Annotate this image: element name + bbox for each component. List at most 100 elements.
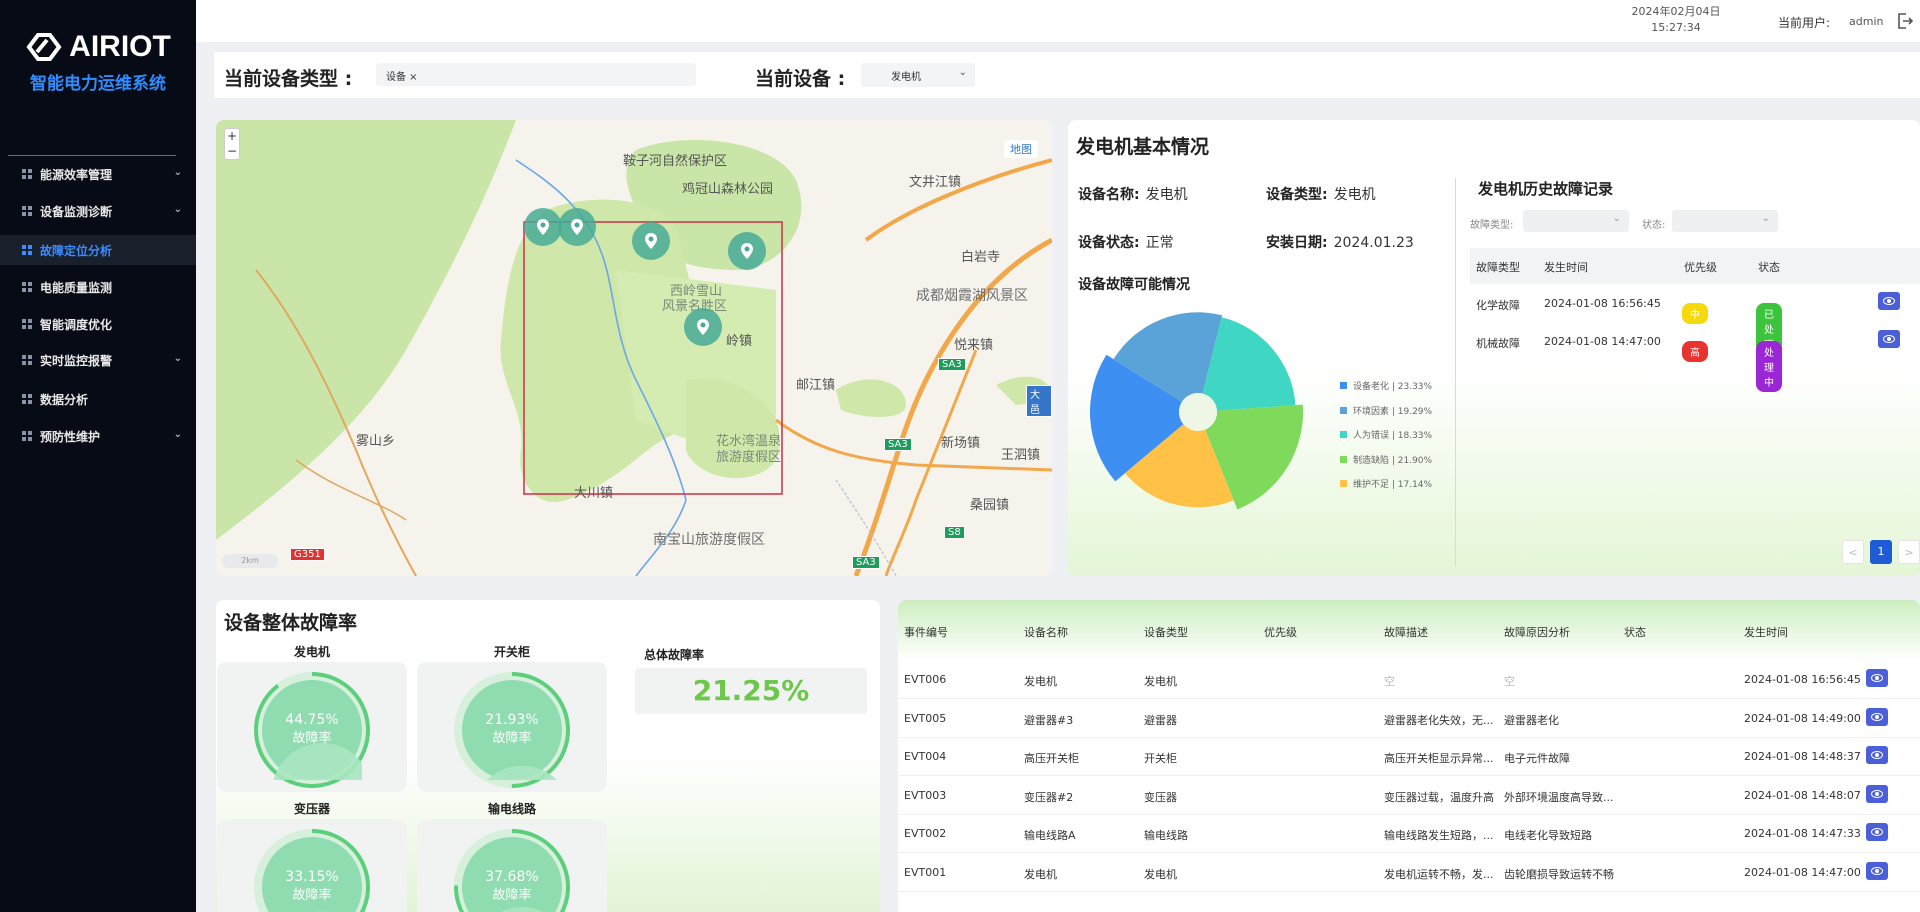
sidebar-item-fault-location[interactable]: 故障定位分析: [0, 235, 196, 265]
sidebar-item-energy-efficiency[interactable]: 能源效率管理 ⌄: [0, 159, 196, 189]
events-col-cause: 故障原因分析: [1504, 626, 1570, 639]
map-place-label: 岭镇: [726, 334, 753, 349]
location-pin-icon: [645, 233, 657, 249]
event-time: 2024-01-08 14:48:37: [1744, 750, 1861, 763]
view-icon[interactable]: [1878, 330, 1900, 348]
pager-page-button[interactable]: 1: [1870, 540, 1892, 564]
legend-label: 制造缺陷 | 21.90%: [1353, 455, 1433, 466]
status-filter-select[interactable]: ⌄: [1672, 210, 1778, 232]
logo-text: AIRIOT: [69, 30, 171, 63]
legend-label: 设备老化 | 23.33%: [1353, 382, 1433, 392]
view-icon[interactable]: [1866, 784, 1888, 803]
device-name: 变压器#2: [1024, 790, 1074, 804]
gauge-card: 21.93% 故障率: [417, 662, 607, 792]
fault-rate-title: 设备整体故障率: [224, 612, 358, 634]
pager-prev-button[interactable]: <: [1842, 540, 1864, 564]
view-icon[interactable]: [1866, 669, 1888, 687]
sidebar-item-device-monitoring[interactable]: 设备监测诊断 ⌄: [0, 196, 196, 226]
map-marker[interactable]: [632, 222, 670, 260]
history-row: 机械故障 2024-01-08 14:47:00 高 处理中: [1470, 324, 1920, 392]
road-badge: SA3: [938, 358, 966, 371]
device-type-tag[interactable]: 设备 ×: [386, 72, 418, 83]
device-info-panel: 发电机基本情况 设备名称: 发电机 设备类型: 发电机 设备状态: 正常 安装日期: 2…: [1068, 120, 1920, 576]
gauge-card: 33.15% 故障率: [217, 819, 407, 912]
road-badge: SA3: [884, 438, 912, 451]
legend-item[interactable]: 制造缺陷 | 21.90%: [1340, 453, 1432, 466]
legend-item[interactable]: 维护不足 | 17.14%: [1340, 477, 1432, 490]
map-scale: 2km: [222, 554, 278, 568]
chevron-down-icon: ⌄: [1612, 213, 1621, 224]
map-place-label: 南宝山旅游度假区: [653, 532, 765, 548]
map-marker[interactable]: [728, 232, 766, 270]
device-type-field: 设备类型: 发电机: [1266, 184, 1376, 204]
legend-item[interactable]: 设备老化 | 23.33%: [1340, 379, 1432, 392]
table-row: EVT001 发电机 发电机 发电机运转不畅，发... 齿轮磨损导致运转不畅 2024-0…: [898, 854, 1920, 892]
device-name: 高压开关柜: [1024, 752, 1079, 765]
view-icon[interactable]: [1866, 746, 1888, 764]
device-name: 发电机: [1024, 675, 1057, 688]
device-label: 当前设备 :: [755, 68, 846, 90]
history-type: 化学故障: [1476, 299, 1520, 312]
info-title: 发电机基本情况: [1076, 136, 1210, 158]
events-col-priority: 优先级: [1264, 626, 1297, 639]
device-status-label: 设备状态:: [1078, 235, 1140, 251]
sidebar-item-label: 设备监测诊断: [40, 204, 113, 219]
view-icon[interactable]: [1866, 823, 1888, 841]
sidebar-item-label: 故障定位分析: [40, 243, 113, 258]
priority-badge: 中: [1682, 303, 1708, 324]
legend-label: 人为错误 | 18.33%: [1353, 431, 1433, 441]
gauge-value: 33.15%: [285, 869, 339, 885]
sidebar-item-label: 能源效率管理: [40, 167, 113, 182]
fault-type-filter-select[interactable]: ⌄: [1523, 210, 1629, 232]
event-time: 2024-01-08 14:49:00: [1744, 711, 1861, 725]
zoom-in-button[interactable]: +: [225, 129, 239, 144]
map-marker[interactable]: [558, 208, 596, 246]
device-name: 输电线路A: [1024, 829, 1076, 842]
sidebar-item-preventive-maintenance[interactable]: 预防性维护 ⌄: [0, 421, 196, 451]
gauge-name: 变压器: [293, 802, 330, 816]
table-row: EVT004 高压开关柜 开关柜 高压开关柜显示异常... 电子元件故障 2024-01-…: [898, 738, 1920, 776]
map-type-button[interactable]: 地图: [1004, 140, 1038, 158]
legend-item[interactable]: 人为错误 | 18.33%: [1340, 428, 1432, 441]
sidebar-item-label: 预防性维护: [40, 429, 101, 444]
map-marker[interactable]: [524, 208, 562, 246]
device-type: 发电机: [1144, 675, 1177, 688]
device-name-field: 设备名称: 发电机: [1078, 184, 1188, 204]
sidebar-item-data-analysis[interactable]: 数据分析: [0, 384, 196, 414]
device-type: 变压器: [1144, 790, 1177, 804]
legend-item[interactable]: 环境因素 | 19.29%: [1340, 404, 1432, 417]
zoom-out-button[interactable]: −: [225, 144, 239, 159]
sidebar-item-power-quality[interactable]: 电能质量监测: [0, 272, 196, 302]
app-subtitle: 智能电力运维系统: [30, 74, 166, 94]
fault-description: 高压开关柜显示异常...: [1384, 752, 1494, 765]
device-type-select[interactable]: 设备 ×: [376, 63, 696, 86]
view-icon[interactable]: [1866, 707, 1888, 726]
fault-map[interactable]: + − 地图 鞍子河自然保护区 鸡冠山森林公园 文井江镇 白岩寺 西岭雪山 风景…: [216, 120, 1052, 576]
total-rate-label: 总体故障率: [644, 648, 705, 662]
device-name-label: 设备名称:: [1078, 187, 1140, 203]
view-icon[interactable]: [1878, 292, 1900, 310]
map-marker[interactable]: [684, 308, 722, 346]
map-zoom-control[interactable]: + −: [224, 128, 240, 160]
fault-description: 变压器过载，温度升高: [1384, 790, 1494, 804]
chevron-down-icon: ⌄: [173, 167, 182, 178]
sidebar-item-smart-dispatch[interactable]: 智能调度优化: [0, 309, 196, 339]
chevron-down-icon: ⌄: [173, 204, 182, 215]
logout-icon[interactable]: [1896, 12, 1914, 30]
view-icon[interactable]: [1866, 861, 1888, 880]
history-table-header: 故障类型 发生时间 优先级 状态: [1470, 248, 1920, 284]
events-col-name: 设备名称: [1024, 626, 1068, 639]
sidebar-item-realtime-alarm[interactable]: 实时监控报警 ⌄: [0, 345, 196, 375]
road-badge: S8: [944, 526, 965, 539]
table-row: EVT002 输电线路A 输电线路 输电线路发生短路，... 电线老化导致短路 2024-…: [898, 815, 1920, 853]
history-row: 化学故障 2024-01-08 16:56:45 中 已处理: [1470, 286, 1920, 354]
event-id: EVT005: [904, 711, 947, 725]
events-col-type: 设备类型: [1144, 626, 1188, 639]
fault-cause: 电子元件故障: [1504, 752, 1570, 765]
gauge-value: 44.75%: [285, 712, 339, 728]
history-col-time: 发生时间: [1544, 261, 1588, 274]
device-select[interactable]: 发电机 ⌄: [861, 63, 975, 87]
pager-next-button[interactable]: >: [1898, 540, 1920, 564]
device-select-value: 发电机: [891, 72, 921, 83]
priority-badge: 高: [1682, 341, 1708, 362]
